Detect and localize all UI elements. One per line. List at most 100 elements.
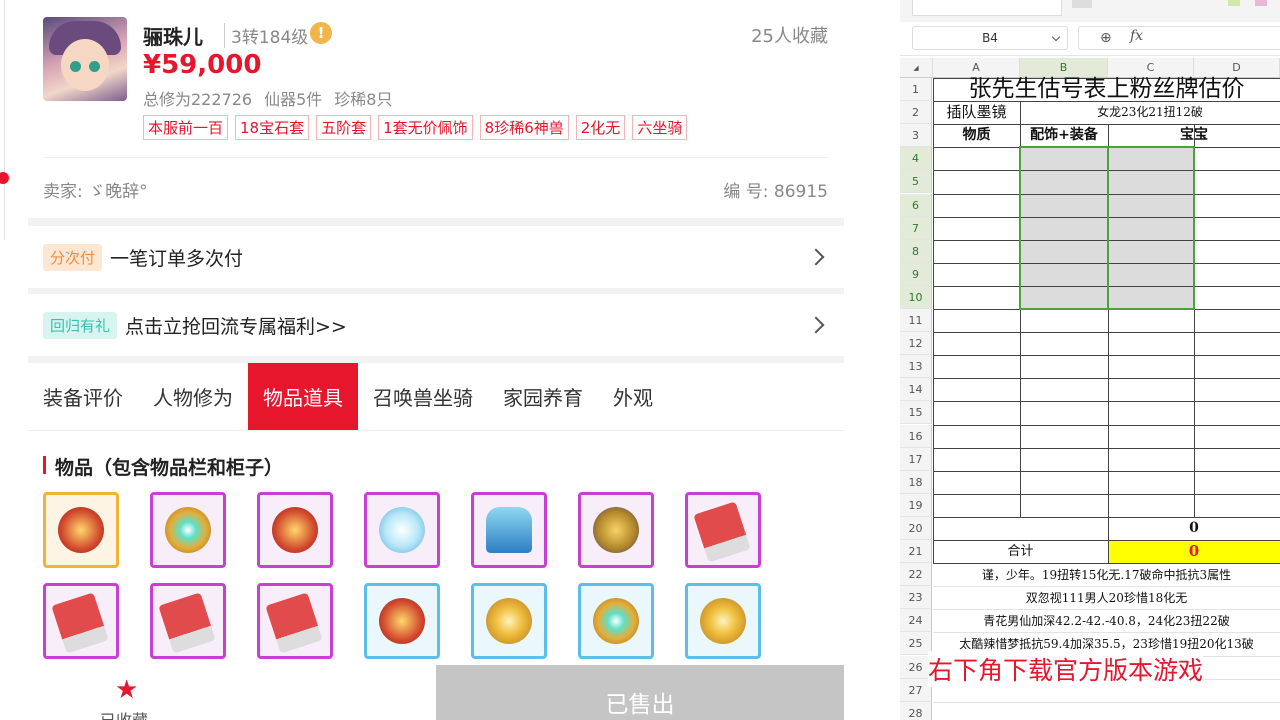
warning-icon[interactable]: ! [310, 22, 332, 44]
row-header[interactable]: 22 [900, 563, 932, 587]
item-slot[interactable] [685, 492, 761, 568]
tab-home[interactable]: 家园养育 [488, 363, 598, 430]
item-slot[interactable] [150, 492, 226, 568]
ribbon-control[interactable] [1228, 0, 1240, 6]
row-header[interactable]: 14 [900, 378, 932, 402]
row-header[interactable]: 28 [900, 701, 932, 720]
character-avatar[interactable] [43, 17, 127, 101]
column-header-c[interactable]: C [1108, 58, 1194, 78]
tab-character-cultivation[interactable]: 人物修为 [138, 363, 248, 430]
row-header[interactable]: 20 [900, 516, 932, 540]
row-header[interactable]: 18 [900, 470, 932, 494]
item-slot[interactable] [364, 492, 440, 568]
ribbon-control[interactable] [1255, 0, 1267, 6]
item-slot[interactable] [257, 583, 333, 659]
gutter-line [4, 0, 5, 240]
return-gift-text: 点击立抢回流专属福利>> [125, 315, 347, 338]
section-title: 物品（包含物品栏和柜子） [43, 453, 283, 480]
row-header[interactable]: 23 [900, 586, 932, 610]
seller-name[interactable]: 卖家: ゞ晚辞° [43, 177, 148, 202]
return-gift-pill: 回归有礼 [43, 311, 118, 339]
row-header[interactable]: 7 [900, 216, 932, 240]
row-header[interactable]: 10 [900, 285, 932, 309]
tag: 1套无价佩饰 [378, 115, 473, 140]
item-slot[interactable] [43, 492, 119, 568]
row-header[interactable]: 9 [900, 262, 932, 286]
cell-a2: 插队墨镜 [946, 103, 1007, 122]
tag: 18宝石套 [235, 115, 310, 140]
column-header-b[interactable]: B [1020, 58, 1108, 78]
tab-equipment-rating[interactable]: 装备评价 [28, 363, 138, 430]
item-slot[interactable] [257, 492, 333, 568]
notification-dot [0, 172, 9, 184]
row-header[interactable]: 24 [900, 609, 932, 633]
card-stack-icon [265, 592, 323, 654]
item-slot[interactable] [578, 583, 654, 659]
item-slot[interactable] [685, 583, 761, 659]
tab-pets-mounts[interactable]: 召唤兽坐骑 [358, 363, 488, 430]
avatar-eye [89, 61, 100, 72]
row-header[interactable]: 4 [900, 147, 932, 171]
avatar-eye [70, 61, 81, 72]
ribbon-control[interactable] [912, 0, 1062, 16]
installment-row[interactable]: 分次付 一笔订单多次付 [28, 226, 844, 288]
character-level: 3转184级 [224, 23, 308, 48]
return-gift-row[interactable]: 回归有礼 点击立抢回流专属福利>> [28, 294, 844, 356]
grid-line [933, 332, 1280, 334]
row-header[interactable]: 15 [900, 401, 932, 425]
item-slot[interactable] [578, 492, 654, 568]
item-slot[interactable] [364, 583, 440, 659]
row-header[interactable]: 16 [900, 424, 932, 448]
sheet-title: 张先生估号表上粉丝牌估价 [968, 76, 1245, 102]
stat-cultivation: 总修为222726 [143, 90, 253, 109]
sold-out-button[interactable]: 已售出 [436, 665, 844, 720]
grid-line [933, 401, 1280, 403]
stat-artifacts: 仙器5件 [264, 90, 323, 109]
zoom-icon[interactable]: ⊕ [1100, 30, 1112, 46]
character-name: 骊珠儿 [143, 25, 203, 49]
crown-helmet-icon [58, 507, 104, 553]
row-header[interactable]: 2 [900, 101, 932, 125]
row-header[interactable]: 17 [900, 447, 932, 471]
grid-line [933, 447, 1280, 449]
favorite-button[interactable]: ★ 已收藏 [28, 665, 436, 720]
item-slot[interactable] [471, 492, 547, 568]
row-header[interactable]: 3 [900, 124, 932, 148]
tab-appearance[interactable]: 外观 [598, 363, 668, 430]
select-all-corner[interactable]: ◢ [900, 58, 933, 78]
ribbon-control[interactable] [1072, 0, 1092, 8]
grid-line [933, 378, 1280, 380]
function-icon[interactable]: fx [1130, 28, 1143, 44]
name-box[interactable]: B4 [912, 26, 1068, 50]
item-slot[interactable] [150, 583, 226, 659]
row-header[interactable]: 21 [900, 540, 932, 564]
favorites-count: 25人收藏 [751, 26, 828, 47]
item-slot[interactable] [471, 583, 547, 659]
row-header[interactable]: 6 [900, 193, 932, 217]
card-stack-icon [693, 501, 751, 563]
row-header[interactable]: 13 [900, 355, 932, 379]
row-header[interactable]: 5 [900, 170, 932, 194]
tag: 8珍稀6神兽 [479, 115, 569, 140]
chevron-right-icon [807, 316, 825, 334]
row-header[interactable]: 8 [900, 239, 932, 263]
chevron-right-icon [807, 248, 825, 266]
row-header[interactable]: 11 [900, 309, 932, 333]
note-row: 青花男仙加深42.2-42.-40.8，24化23扭22破 [983, 614, 1230, 629]
row-header[interactable]: 19 [900, 493, 932, 517]
items-section: 物品（包含物品栏和柜子） [28, 431, 844, 665]
item-slot[interactable] [43, 583, 119, 659]
tab-items[interactable]: 物品道具 [248, 363, 358, 430]
installment-pill: 分次付 [43, 243, 103, 271]
avatar-face [61, 39, 109, 91]
column-header-d[interactable]: D [1194, 58, 1280, 78]
total-value: 0 [1188, 542, 1200, 560]
item-grid [43, 492, 761, 659]
header-b: 配饰+装备 [1030, 127, 1098, 144]
row-header[interactable]: 12 [900, 332, 932, 356]
grid-line [933, 424, 1280, 426]
price: ¥59,000 [143, 50, 262, 80]
row-header[interactable]: 1 [900, 78, 932, 102]
bottom-bar: ★ 已收藏 已售出 [28, 665, 844, 720]
column-header-a[interactable]: A [933, 58, 1020, 78]
